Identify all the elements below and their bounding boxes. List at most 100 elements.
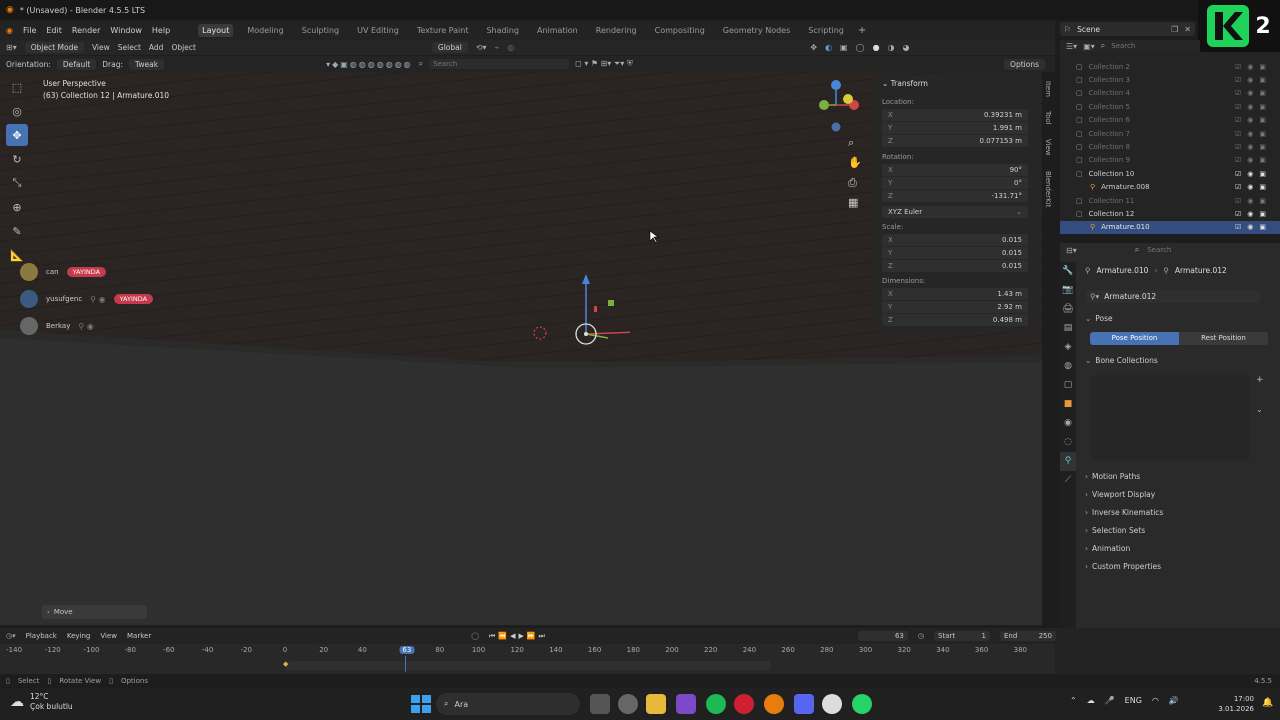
transform-tool-icon[interactable]: ⊕ — [6, 196, 28, 218]
visibility-toggles[interactable]: ☑◉▣ — [1235, 116, 1280, 124]
last-operator-panel[interactable]: › Move — [42, 605, 147, 619]
bone-tab-icon[interactable]: ⟋ — [1060, 471, 1076, 490]
visibility-toggles[interactable]: ☑◉▣ — [1235, 130, 1280, 138]
overlay-toggle-icon[interactable]: ◐ — [825, 43, 832, 52]
menu-file[interactable]: File — [23, 26, 36, 35]
scale-tool-icon[interactable]: ⤡ — [6, 172, 28, 194]
weather-widget[interactable]: ☁ 12°C Çok bulutlu — [10, 692, 73, 712]
world-tab-icon[interactable]: ◍ — [1060, 357, 1076, 376]
annotate-tool-icon[interactable]: ✎ — [6, 220, 28, 242]
visibility-toggles[interactable]: ☑◉▣ — [1235, 89, 1280, 97]
pose-position-button[interactable]: Pose Position — [1090, 332, 1179, 345]
perspective-grid-icon[interactable]: ▦ — [848, 196, 858, 209]
pan-hand-icon[interactable]: ✋ — [848, 156, 862, 169]
menu-keying[interactable]: Keying — [67, 632, 91, 640]
visibility-toggles[interactable]: ☑◉▣ — [1235, 76, 1280, 84]
visibility-toggles[interactable]: ☑◉▣ — [1235, 183, 1280, 191]
outliner-search[interactable]: Search — [1111, 42, 1135, 50]
editor-type-icon[interactable]: ☰▾ — [1066, 42, 1077, 51]
drag-dropdown[interactable]: Tweak — [129, 58, 165, 70]
display-mode-icon[interactable]: ▣▾ — [1083, 42, 1095, 51]
menu-marker[interactable]: Marker — [127, 632, 151, 640]
settings-app-icon[interactable] — [618, 694, 638, 714]
tab-geometry-nodes[interactable]: Geometry Nodes — [719, 24, 794, 37]
record-icon[interactable]: ◯ — [471, 632, 479, 640]
tab-rendering[interactable]: Rendering — [592, 24, 641, 37]
volume-icon[interactable]: 🔊 — [1169, 696, 1179, 705]
xray-icon[interactable]: ▣ — [840, 43, 848, 52]
menu-playback[interactable]: Playback — [26, 632, 57, 640]
collection-tab-icon[interactable]: ▢ — [1060, 376, 1076, 395]
scene-selector[interactable]: ⚐ Scene ❐ ✕ — [1060, 22, 1195, 36]
add-bone-collection-button[interactable]: + — [1256, 375, 1268, 387]
modifier-tab-icon[interactable]: ◉ — [1060, 414, 1076, 433]
github-icon[interactable] — [822, 694, 842, 714]
tool-tab-icon[interactable]: 🔧 — [1060, 262, 1076, 281]
outliner-row[interactable]: ▢ Collection 9 ☑◉▣ — [1060, 154, 1280, 167]
current-frame-marker[interactable]: 63 — [399, 646, 415, 654]
editor-type-icon[interactable]: ⊟▾ — [1066, 246, 1077, 255]
tab-texture-paint[interactable]: Texture Paint — [413, 24, 473, 37]
menu-view[interactable]: View — [100, 632, 117, 640]
visibility-toggles[interactable]: ☑◉▣ — [1235, 156, 1280, 164]
location-y-field[interactable]: Y 1.991 m — [882, 122, 1028, 134]
filter-icons[interactable]: ◻ ▾ ⚑ ⊞▾ ⏷▾ ⛨ — [575, 59, 633, 69]
options-dropdown[interactable]: Options — [1004, 58, 1045, 70]
gizmo-toggle-icon[interactable]: ✥ — [810, 43, 817, 52]
object-gizmo[interactable] — [530, 272, 630, 362]
shading-render-icon[interactable]: ◕ — [903, 43, 910, 52]
rotate-tool-icon[interactable]: ↻ — [6, 148, 28, 170]
tab-blenderkit[interactable]: BlenderKit — [1044, 171, 1052, 207]
menu-select[interactable]: Select — [118, 43, 141, 52]
start-frame-field[interactable]: Start 1 — [933, 631, 990, 641]
outliner-row[interactable]: ▢ Collection 8 ☑◉▣ — [1060, 140, 1280, 153]
blender-app-icon[interactable] — [764, 694, 784, 714]
tab-view[interactable]: View — [1044, 139, 1052, 156]
armature-tab-icon[interactable]: ⚲ — [1060, 452, 1076, 471]
scene-tab-icon[interactable]: ◈ — [1060, 338, 1076, 357]
select-box-icon[interactable]: ⬚ — [6, 76, 28, 98]
tab-sculpting[interactable]: Sculpting — [298, 24, 343, 37]
viewport-display-header[interactable]: › Viewport Display — [1085, 486, 1271, 502]
discord-icon[interactable] — [794, 694, 814, 714]
snap-icon[interactable]: ⌁ — [495, 43, 500, 52]
tab-uv-editing[interactable]: UV Editing — [353, 24, 403, 37]
transform-space-dropdown[interactable]: Global — [431, 42, 468, 53]
navigation-gizmo[interactable] — [810, 77, 870, 137]
location-z-field[interactable]: Z 0.077153 m — [882, 135, 1028, 147]
outliner-row[interactable]: ▢ Collection 10 ☑◉▣ — [1060, 167, 1280, 180]
outliner-row[interactable]: ▢ Collection 6 ☑◉▣ — [1060, 114, 1280, 127]
shading-solid-icon[interactable]: ● — [873, 43, 880, 52]
timer-icon[interactable]: ◷ — [918, 632, 924, 640]
scale-z-field[interactable]: Z 0.015 — [882, 260, 1028, 272]
zoom-icon[interactable]: ⌕ — [848, 136, 854, 150]
visibility-toggles[interactable]: ☑◉▣ — [1235, 210, 1280, 218]
visibility-toggles[interactable]: ☑◉▣ — [1235, 223, 1280, 231]
visibility-filter-icons[interactable]: ▾◆▣◍◍◍◍◍◍◍ — [326, 60, 413, 69]
clock[interactable]: 17:00 3.01.2026 — [1210, 694, 1254, 714]
tab-compositing[interactable]: Compositing — [651, 24, 709, 37]
playback-controls[interactable]: ⏮⏪◀▶⏩⏭ — [489, 632, 548, 641]
scale-y-field[interactable]: Y 0.015 — [882, 247, 1028, 259]
dimensions-z-field[interactable]: Z 0.498 m — [882, 314, 1028, 326]
menu-add[interactable]: Add — [149, 43, 164, 52]
output-tab-icon[interactable]: 🖨 — [1060, 300, 1076, 319]
render-tab-icon[interactable]: 📷 — [1060, 281, 1076, 300]
shading-material-icon[interactable]: ◑ — [888, 43, 895, 52]
tab-scripting[interactable]: Scripting — [804, 24, 848, 37]
move-tool-icon[interactable]: ✥ — [6, 124, 28, 146]
whatsapp-icon[interactable] — [852, 694, 872, 714]
inverse-kinematics-header[interactable]: › Inverse Kinematics — [1085, 504, 1271, 520]
location-x-field[interactable]: X 0.39231 m — [882, 109, 1028, 121]
proportional-icon[interactable]: ◎ — [507, 43, 514, 52]
visibility-toggles[interactable]: ☑◉▣ — [1235, 197, 1280, 205]
shading-wire-icon[interactable]: ◯ — [856, 43, 865, 52]
tab-layout[interactable]: Layout — [198, 23, 234, 37]
add-workspace-icon[interactable]: + — [858, 25, 866, 36]
cursor-tool-icon[interactable]: ◎ — [6, 100, 28, 122]
rotation-mode-dropdown[interactable]: XYZ Euler ⌄ — [882, 206, 1028, 218]
visibility-toggles[interactable]: ☑◉▣ — [1235, 103, 1280, 111]
object-tab-icon[interactable]: ■ — [1060, 395, 1076, 414]
mode-dropdown[interactable]: Object Mode — [24, 42, 84, 53]
visual-studio-icon[interactable] — [676, 694, 696, 714]
